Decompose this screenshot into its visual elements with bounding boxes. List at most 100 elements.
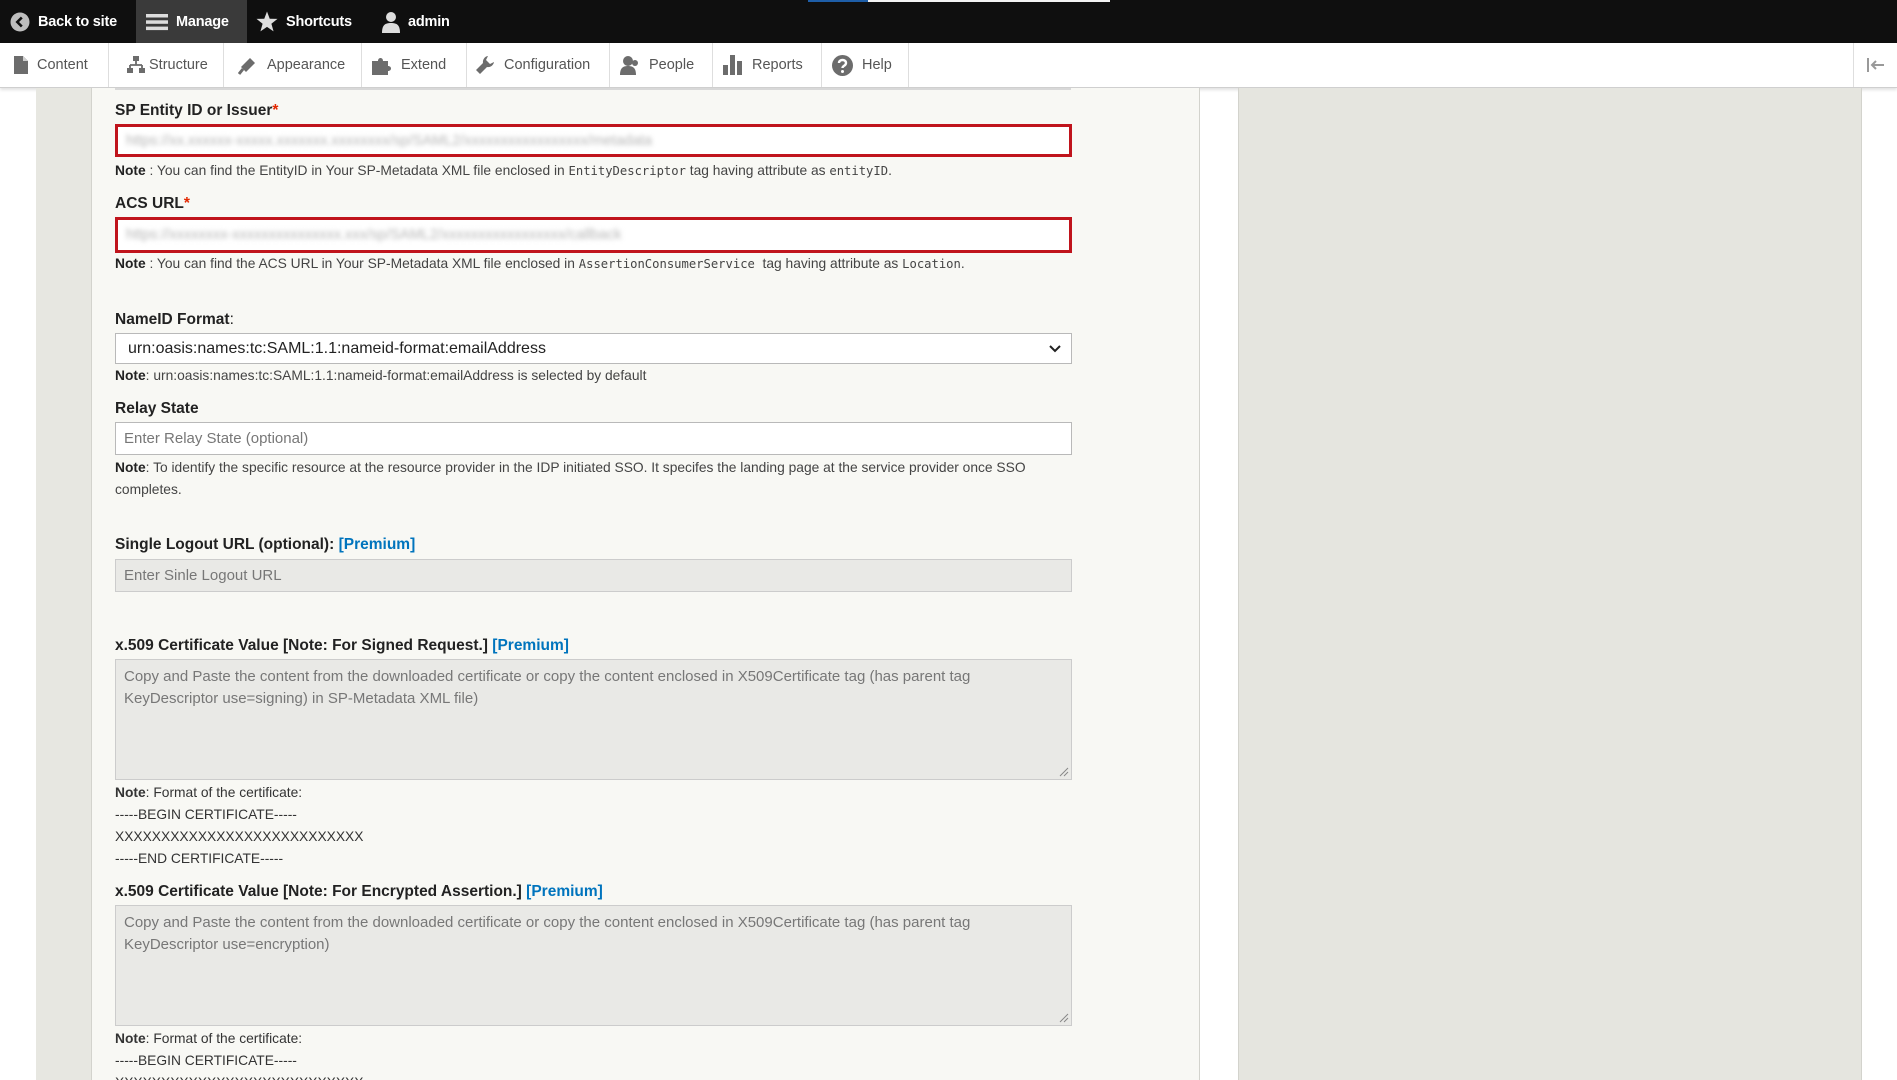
placeholder-line: Copy and Paste the content from the down…	[124, 914, 971, 931]
note-text: .	[960, 256, 965, 271]
cert-end: -----END CERTIFICATE-----	[115, 851, 284, 866]
tray-tab-people[interactable]: People	[610, 43, 713, 87]
cert-signed-format: Note: Format of the certificate: -----BE…	[115, 782, 363, 870]
tray-tab-configuration[interactable]: Configuration	[467, 43, 610, 87]
logout-url-label-text: Single Logout URL (optional):	[115, 536, 335, 553]
note-text: : urn:oasis:names:tc:SAML:1.1:nameid-for…	[145, 368, 647, 383]
tray-tab-label: People	[649, 57, 695, 73]
note-label: Note	[115, 163, 146, 178]
tray-tab-label: Structure	[149, 57, 208, 73]
field-above-border	[115, 88, 1071, 90]
user-label: admin	[408, 13, 450, 30]
acs-url-note: Note : You can find the ACS URL in Your …	[115, 253, 965, 275]
note-label: Note	[115, 785, 146, 800]
admin-toolbar: Back to site Manage Shortcuts admin	[0, 0, 1897, 43]
note-label: Note	[115, 256, 146, 271]
sitemap-icon	[127, 56, 145, 73]
toolbar-accent-white	[868, 0, 1110, 2]
premium-link[interactable]: [Premium]	[492, 637, 569, 654]
note-code: entityID	[829, 164, 889, 178]
logout-url-input[interactable]: Enter Sinle Logout URL	[115, 559, 1072, 592]
note-text: : Format of the certificate:	[145, 1031, 303, 1046]
relay-state-input[interactable]: Enter Relay State (optional)	[115, 422, 1072, 455]
tray-tab-label: Configuration	[504, 57, 591, 73]
star-icon	[256, 11, 278, 32]
sp-entity-label: SP Entity ID or Issuer*	[115, 102, 278, 120]
cert-begin: -----BEGIN CERTIFICATE-----	[115, 807, 297, 822]
help-icon	[832, 54, 853, 76]
note-label: Note	[115, 1031, 146, 1046]
nameid-format-select[interactable]: urn:oasis:names:tc:SAML:1.1:nameid-forma…	[115, 333, 1072, 364]
nameid-note: Note: urn:oasis:names:tc:SAML:1.1:nameid…	[115, 365, 646, 387]
tray-tab-label: Reports	[752, 57, 803, 73]
placeholder-line: KeyDescriptor use=signing) in SP-Metadat…	[124, 690, 479, 707]
placeholder-line: KeyDescriptor use=encryption)	[124, 936, 330, 953]
cert-encrypted-format: Note: Format of the certificate: -----BE…	[115, 1028, 363, 1080]
required-marker: *	[272, 102, 279, 119]
tray-tab-content[interactable]: Content	[0, 43, 109, 87]
tray-tab-label: Content	[37, 57, 88, 73]
premium-link[interactable]: [Premium]	[526, 883, 603, 900]
user-tab[interactable]: admin	[382, 0, 450, 43]
premium-link[interactable]: [Premium]	[339, 536, 416, 553]
acs-url-label-text: ACS URL	[115, 195, 184, 212]
note-label: Note	[115, 460, 146, 475]
note-text: : To identify the specific resource at t…	[145, 460, 1026, 475]
sp-entity-note: Note : You can find the EntityID in Your…	[115, 160, 892, 182]
acs-url-value: https://xxxxxxxx-xxxxxxxxxxxxxxx.xxx/sp/…	[126, 227, 622, 243]
left-gutter	[36, 88, 92, 1080]
tray-tab-extend[interactable]: Extend	[362, 43, 467, 87]
relay-state-note: Note: To identify the specific resource …	[115, 457, 1135, 501]
back-to-site-link[interactable]: Back to site	[10, 0, 127, 43]
right-sidebar	[1238, 88, 1862, 1080]
cert-encrypted-label-text: x.509 Certificate Value [Note: For Encry…	[115, 883, 522, 900]
back-arrow-icon	[10, 12, 30, 31]
acs-url-input[interactable]: https://xxxxxxxx-xxxxxxxxxxxxxxx.xxx/sp/…	[115, 217, 1072, 253]
note-text: : You can find the EntityID in Your SP-M…	[145, 163, 569, 178]
tray-tab-reports[interactable]: Reports	[713, 43, 822, 87]
nameid-selected-value: urn:oasis:names:tc:SAML:1.1:nameid-forma…	[128, 339, 546, 357]
tray-tab-label: Help	[862, 57, 892, 73]
sp-entity-value: https://xx.xxxxxx-xxxxx.xxxxxxx.xxxxxxxx…	[126, 132, 653, 149]
tray-tab-label: Extend	[401, 57, 447, 73]
cert-encrypted-textarea[interactable]: Copy and Paste the content from the down…	[115, 905, 1072, 1026]
relay-state-label: Relay State	[115, 400, 199, 417]
resize-grip-icon[interactable]	[1059, 1013, 1069, 1023]
puzzle-icon	[372, 58, 391, 75]
nameid-colon: :	[229, 311, 234, 328]
manage-tab[interactable]: Manage	[136, 0, 247, 43]
cert-encrypted-label: x.509 Certificate Value [Note: For Encry…	[115, 883, 603, 901]
cert-signed-label-text: x.509 Certificate Value [Note: For Signe…	[115, 637, 488, 654]
sp-entity-input[interactable]: https://xx.xxxxxx-xxxxx.xxxxxxx.xxxxxxxx…	[115, 124, 1072, 157]
acs-url-label: ACS URL*	[115, 195, 190, 213]
note-line: Note: Format of the certificate:	[115, 1028, 363, 1050]
shortcuts-tab[interactable]: Shortcuts	[256, 0, 352, 43]
note-code: Location	[902, 257, 961, 271]
cert-signed-label: x.509 Certificate Value [Note: For Signe…	[115, 637, 569, 655]
cert-begin: -----BEGIN CERTIFICATE-----	[115, 1053, 297, 1068]
tray-tab-structure[interactable]: Structure	[109, 43, 224, 87]
cert-body: XXXXXXXXXXXXXXXXXXXXXXXXXXX	[115, 829, 364, 844]
note-text: tag having attribute as	[685, 163, 830, 178]
placeholder-line: Copy and Paste the content from the down…	[124, 668, 971, 685]
file-icon	[14, 56, 28, 74]
cert-signed-textarea[interactable]: Copy and Paste the content from the down…	[115, 659, 1072, 780]
tray-orientation-toggle[interactable]	[1853, 43, 1897, 87]
note-code: AssertionConsumerService	[578, 257, 755, 271]
collapse-left-icon	[1866, 58, 1884, 72]
note-text: : Format of the certificate:	[145, 785, 303, 800]
people-icon	[620, 56, 638, 75]
logout-url-placeholder: Enter Sinle Logout URL	[124, 567, 282, 584]
note-line: completes.	[115, 482, 182, 497]
bar-chart-icon	[723, 55, 742, 75]
cert-body: XXXXXXXXXXXXXXXXXXXXXXXXXXX	[115, 1072, 363, 1080]
resize-grip-icon[interactable]	[1059, 767, 1069, 777]
note-line: Note: Format of the certificate:	[115, 782, 363, 804]
tray-tab-appearance[interactable]: Appearance	[224, 43, 362, 87]
tray-tab-help[interactable]: Help	[822, 43, 909, 87]
chevron-down-icon	[1049, 344, 1061, 352]
note-text: tag having attribute as	[754, 256, 903, 271]
note-code: EntityDescriptor	[568, 164, 686, 178]
relay-state-placeholder: Enter Relay State (optional)	[124, 430, 309, 447]
user-icon	[382, 11, 400, 33]
